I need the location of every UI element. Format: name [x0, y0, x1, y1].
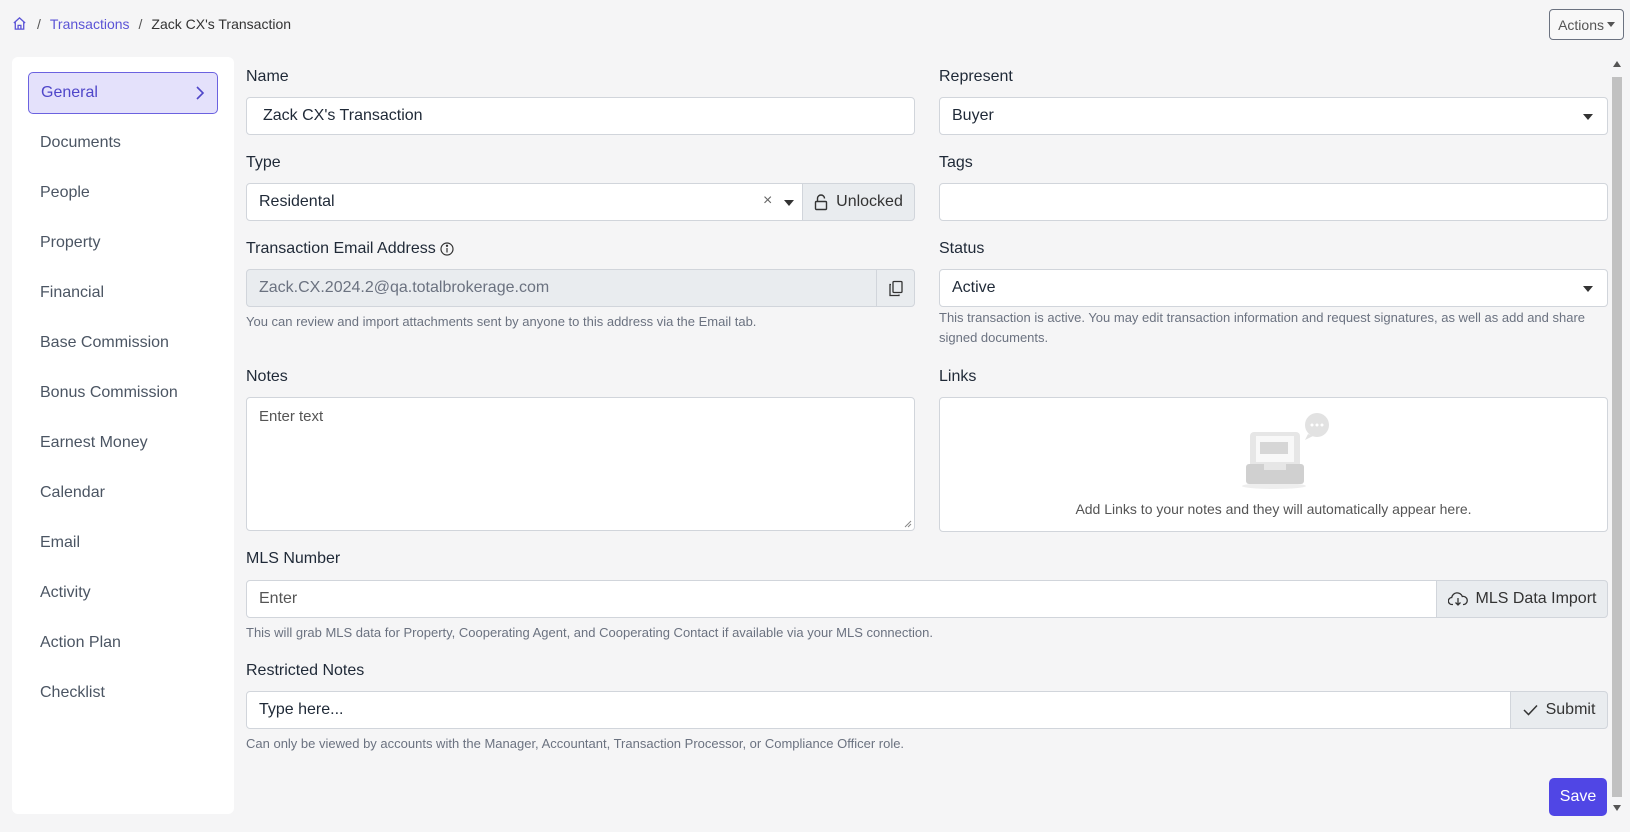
sidebar-item-label: Documents — [40, 134, 121, 151]
status-select[interactable]: Active — [939, 269, 1608, 307]
sidebar-item-label: Bonus Commission — [40, 384, 178, 401]
mls-import-label: MLS Data Import — [1475, 590, 1597, 607]
tags-label: Tags — [939, 154, 973, 171]
notes-textarea[interactable]: Enter text — [246, 397, 915, 531]
mls-label: MLS Number — [246, 550, 341, 567]
mls-help-text: This will grab MLS data for Property, Co… — [246, 625, 933, 640]
breadcrumb-separator: / — [37, 16, 41, 32]
scroll-down-icon[interactable] — [1613, 805, 1621, 811]
sidebar-item-label: Property — [40, 234, 101, 251]
caret-down-icon — [784, 200, 794, 206]
check-icon — [1523, 704, 1538, 716]
sidebar-item-label: Activity — [40, 584, 91, 601]
email-address-field: Zack.CX.2024.2@qa.totalbrokerage.com — [246, 269, 877, 307]
sidebar-item-base-commission[interactable]: Base Commission — [28, 322, 218, 364]
lock-label: Unlocked — [836, 193, 903, 210]
sidebar-item-documents[interactable]: Documents — [28, 122, 218, 164]
save-button[interactable]: Save — [1549, 778, 1607, 816]
actions-label: Actions — [1558, 16, 1604, 33]
actions-dropdown-button[interactable]: Actions — [1549, 9, 1624, 40]
tags-input[interactable] — [939, 183, 1608, 221]
clear-icon[interactable]: × — [763, 192, 772, 210]
top-bar: / Transactions / Zack CX's Transaction A… — [0, 0, 1630, 50]
info-icon[interactable] — [440, 242, 454, 256]
sidebar-item-label: People — [40, 184, 90, 201]
breadcrumb-current: Zack CX's Transaction — [151, 16, 292, 32]
sidebar-item-email[interactable]: Email — [28, 522, 218, 564]
represent-select[interactable]: Buyer — [939, 97, 1608, 135]
save-label: Save — [1559, 788, 1597, 805]
scrollbar[interactable] — [1610, 57, 1624, 815]
scroll-thumb[interactable] — [1612, 77, 1622, 797]
sidebar-item-label: Action Plan — [40, 634, 121, 651]
cloud-download-icon — [1447, 592, 1468, 606]
status-label: Status — [939, 240, 985, 257]
resize-handle-icon[interactable] — [904, 520, 912, 528]
sidebar-item-label: Earnest Money — [40, 434, 148, 451]
copy-email-button[interactable] — [876, 269, 915, 307]
restricted-help-text: Can only be viewed by accounts with the … — [246, 736, 905, 751]
status-value: Active — [952, 279, 996, 296]
chevron-right-icon — [196, 86, 205, 100]
links-empty-text: Add Links to your notes and they will au… — [1075, 501, 1472, 517]
breadcrumb: / Transactions / Zack CX's Transaction — [12, 16, 291, 32]
sidebar-item-checklist[interactable]: Checklist — [28, 672, 218, 714]
caret-down-icon — [1583, 114, 1593, 120]
sidebar-item-label: Calendar — [40, 484, 105, 501]
name-input[interactable]: Zack CX's Transaction — [246, 97, 915, 135]
sidebar-item-label: Email — [40, 534, 81, 551]
notes-placeholder: Enter text — [259, 408, 324, 425]
sidebar-item-label: Financial — [40, 284, 105, 301]
empty-inbox-icon — [1242, 413, 1329, 489]
sidebar-item-action-plan[interactable]: Action Plan — [28, 622, 218, 664]
unlock-icon — [814, 193, 828, 210]
scroll-up-icon[interactable] — [1613, 61, 1621, 67]
sidebar-item-calendar[interactable]: Calendar — [28, 472, 218, 514]
home-icon[interactable] — [12, 16, 28, 32]
lock-toggle-button[interactable]: Unlocked — [802, 183, 915, 221]
restricted-notes-label: Restricted Notes — [246, 662, 365, 679]
links-label: Links — [939, 368, 977, 385]
restricted-placeholder: Type here... — [259, 701, 344, 718]
status-help-text: This transaction is active. You may edit… — [939, 310, 1586, 345]
caret-down-icon — [1583, 286, 1593, 292]
type-value: Residental — [259, 193, 335, 210]
sidebar-item-earnest-money[interactable]: Earnest Money — [28, 422, 218, 464]
sidebar-item-label: General — [41, 84, 98, 101]
name-value: Zack CX's Transaction — [263, 107, 423, 124]
sidebar-item-people[interactable]: People — [28, 172, 218, 214]
email-value: Zack.CX.2024.2@qa.totalbrokerage.com — [259, 279, 550, 296]
breadcrumb-transactions-link[interactable]: Transactions — [50, 16, 130, 32]
represent-value: Buyer — [952, 107, 994, 124]
represent-label: Represent — [939, 68, 1013, 85]
sidebar-item-general[interactable]: General — [28, 72, 218, 114]
notes-label: Notes — [246, 368, 288, 385]
email-label: Transaction Email Address — [246, 240, 436, 257]
caret-down-icon — [1607, 22, 1615, 27]
sidebar-item-bonus-commission[interactable]: Bonus Commission — [28, 372, 218, 414]
sidebar-item-label: Base Commission — [40, 334, 169, 351]
name-label: Name — [246, 68, 289, 85]
submit-label: Submit — [1545, 701, 1596, 718]
links-panel: Add Links to your notes and they will au… — [939, 397, 1608, 532]
sidebar-item-property[interactable]: Property — [28, 222, 218, 264]
breadcrumb-separator: / — [138, 16, 143, 32]
restricted-notes-input[interactable]: Type here... — [246, 691, 1511, 729]
copy-icon — [888, 280, 903, 296]
sidebar-item-activity[interactable]: Activity — [28, 572, 218, 614]
mls-data-import-button[interactable]: MLS Data Import — [1436, 580, 1608, 618]
sidebar-item-label: Checklist — [40, 684, 105, 701]
email-label-wrap: Transaction Email Address — [246, 240, 454, 258]
restricted-notes-submit-button[interactable]: Submit — [1510, 691, 1608, 729]
sidebar-item-financial[interactable]: Financial — [28, 272, 218, 314]
mls-number-input[interactable]: Enter — [246, 580, 1437, 618]
email-help-text: You can review and import attachments se… — [246, 314, 757, 329]
mls-placeholder: Enter — [259, 590, 298, 607]
type-select[interactable]: Residental × — [246, 183, 804, 221]
type-label: Type — [246, 154, 281, 171]
